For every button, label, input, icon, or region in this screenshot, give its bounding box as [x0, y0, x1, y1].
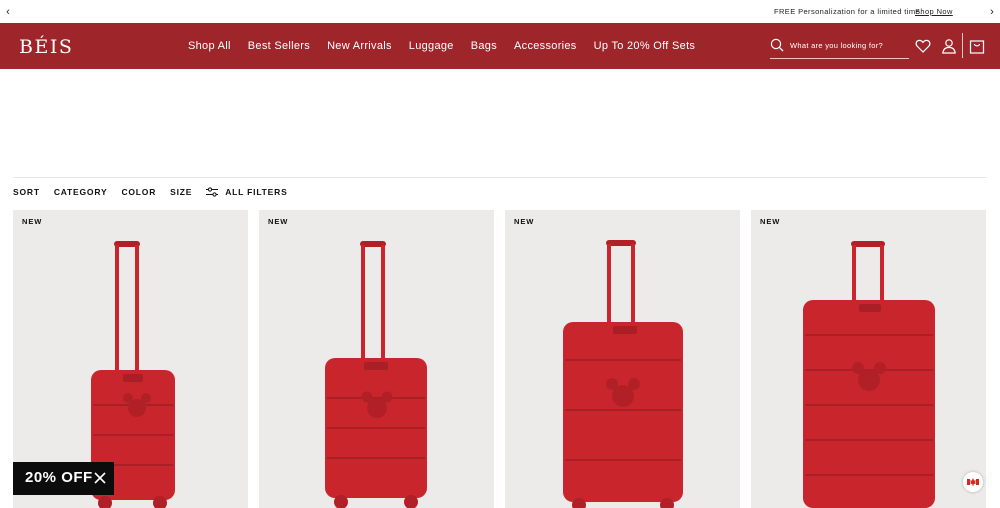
- site-header: BÉIS Shop All Best Sellers New Arrivals …: [0, 23, 1000, 69]
- shop-now-link[interactable]: Shop Now: [915, 7, 953, 16]
- luggage-image: [563, 240, 683, 508]
- all-filters-button[interactable]: ALL FILTERS: [206, 187, 287, 197]
- chevron-left-icon[interactable]: ‹: [2, 5, 14, 19]
- header-divider: [962, 33, 963, 58]
- main-nav: Shop All Best Sellers New Arrivals Lugga…: [188, 40, 712, 52]
- close-icon[interactable]: [93, 471, 107, 485]
- search-input[interactable]: [790, 38, 908, 52]
- logo[interactable]: BÉIS: [19, 36, 73, 58]
- search-icon[interactable]: [770, 38, 784, 52]
- bag-icon[interactable]: [969, 38, 985, 54]
- category-filter[interactable]: CATEGORY: [54, 187, 108, 197]
- luggage-image: [803, 241, 935, 508]
- heart-icon[interactable]: [915, 38, 931, 54]
- new-badge: NEW: [514, 217, 535, 226]
- flag-graphic: [967, 478, 979, 486]
- product-card[interactable]: NEW: [505, 210, 740, 508]
- user-icon[interactable]: [941, 38, 957, 54]
- announcement-message: FREE Personalization for a limited time.: [774, 7, 923, 16]
- filter-bar: SORT CATEGORY COLOR SIZE ALL FILTERS: [13, 187, 302, 197]
- nav-best-sellers[interactable]: Best Sellers: [248, 40, 310, 52]
- color-filter[interactable]: COLOR: [121, 187, 156, 197]
- new-badge: NEW: [22, 217, 43, 226]
- nav-sets-sale[interactable]: Up To 20% Off Sets: [594, 40, 696, 52]
- luggage-image: [325, 241, 427, 508]
- all-filters-label: ALL FILTERS: [225, 187, 288, 197]
- search-bar: [770, 35, 909, 59]
- new-badge: NEW: [760, 217, 781, 226]
- chevron-right-icon[interactable]: ›: [986, 5, 998, 19]
- product-card[interactable]: NEW: [259, 210, 494, 508]
- size-filter[interactable]: SIZE: [170, 187, 192, 197]
- promo-banner[interactable]: 20% OFF: [13, 462, 114, 495]
- sort-button[interactable]: SORT: [13, 187, 40, 197]
- nav-luggage[interactable]: Luggage: [409, 40, 454, 52]
- filter-divider: [13, 177, 987, 178]
- product-card[interactable]: NEW: [751, 210, 986, 508]
- announcement-bar: ‹ FREE Personalization for a limited tim…: [0, 0, 1000, 23]
- nav-new-arrivals[interactable]: New Arrivals: [327, 40, 392, 52]
- nav-accessories[interactable]: Accessories: [514, 40, 577, 52]
- nav-bags[interactable]: Bags: [471, 40, 497, 52]
- new-badge: NEW: [268, 217, 289, 226]
- nav-shop-all[interactable]: Shop All: [188, 40, 231, 52]
- sliders-icon: [206, 187, 219, 197]
- promo-label: 20% OFF: [25, 469, 93, 486]
- canada-flag-icon[interactable]: [963, 472, 983, 492]
